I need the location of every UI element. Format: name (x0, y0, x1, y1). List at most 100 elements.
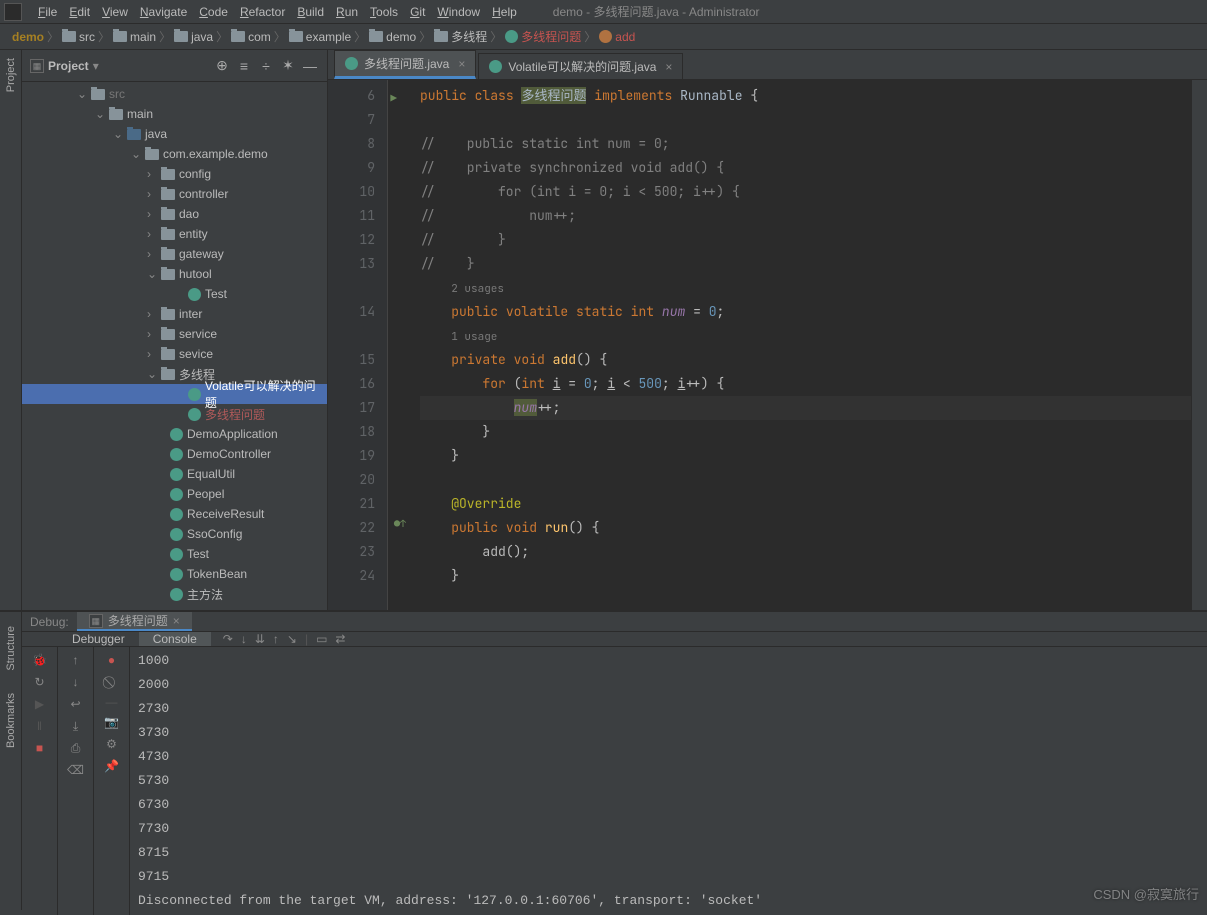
breadcrumb-add[interactable]: add (597, 30, 637, 44)
tree-item-SsoConfig[interactable]: SsoConfig (22, 524, 327, 544)
editor-body[interactable]: 6▶789101112131415161718192021222324 ●↑ p… (328, 80, 1207, 610)
usage-inlay[interactable]: 1 usage (451, 330, 497, 344)
clear-icon[interactable]: ⌫ (67, 761, 85, 779)
menu-tools[interactable]: Tools (364, 5, 404, 19)
menu-refactor[interactable]: Refactor (234, 5, 291, 19)
soft-wrap-icon[interactable]: ↩ (67, 695, 85, 713)
editor-tab-多线程问题.java[interactable]: 多线程问题.java× (334, 50, 476, 79)
code-line-9[interactable]: // private synchronized void add() { (420, 156, 1191, 180)
tree-item-config[interactable]: ›config (22, 164, 327, 184)
run-to-cursor-icon[interactable]: ↘ (287, 632, 297, 646)
chevron-icon[interactable]: › (147, 347, 157, 361)
chevron-icon[interactable]: ⌄ (113, 127, 123, 141)
code-line-23[interactable]: add(); (420, 540, 1191, 564)
chevron-icon[interactable]: ⌄ (147, 267, 157, 281)
tree-item-ReceiveResult[interactable]: ReceiveResult (22, 504, 327, 524)
chevron-icon[interactable]: › (147, 227, 157, 241)
tree-item-TokenBean[interactable]: TokenBean (22, 564, 327, 584)
menu-run[interactable]: Run (330, 5, 364, 19)
code-line-15[interactable]: private void add() { (420, 348, 1191, 372)
menu-git[interactable]: Git (404, 5, 431, 19)
breadcrumb-java[interactable]: java (172, 30, 215, 44)
chevron-icon[interactable]: ⌄ (77, 87, 87, 101)
force-step-into-icon[interactable]: ⇊ (255, 632, 265, 646)
chevron-icon[interactable]: › (147, 167, 157, 181)
menu-view[interactable]: View (96, 5, 134, 19)
tree-item-DemoController[interactable]: DemoController (22, 444, 327, 464)
debug-run-config-tab[interactable]: ▦ 多线程问题 × (77, 612, 192, 631)
code-line-24[interactable]: } (420, 564, 1191, 588)
tree-item-主方法[interactable]: 主方法 (22, 584, 327, 604)
debugger-tab[interactable]: Debugger (58, 632, 139, 646)
scroll-up-icon[interactable]: ↑ (67, 651, 85, 669)
fold-column[interactable]: ●↑ (388, 80, 412, 610)
scroll-to-end-icon[interactable]: ⤓ (67, 717, 85, 735)
breadcrumb-多线程问题[interactable]: 多线程问题 (503, 28, 583, 45)
code-line-17[interactable]: num++; (420, 396, 1191, 420)
code-line-11[interactable]: // num++; (420, 204, 1191, 228)
stop-icon[interactable]: ■ (31, 739, 49, 757)
pin-icon[interactable]: 📌 (103, 757, 121, 775)
tree-item-Test[interactable]: Test (22, 544, 327, 564)
run-gutter-icon[interactable]: ▶ (390, 87, 397, 111)
breakpoint-icon[interactable]: ● (103, 651, 121, 669)
tree-item-Test[interactable]: Test (22, 284, 327, 304)
tree-item-entity[interactable]: ›entity (22, 224, 327, 244)
camera-icon[interactable]: 📷 (103, 713, 121, 731)
line-gutter[interactable]: 6▶789101112131415161718192021222324 (328, 80, 388, 610)
code-line-16[interactable]: for (int i = 0; i < 500; i++) { (420, 372, 1191, 396)
chevron-icon[interactable]: › (147, 207, 157, 221)
chevron-icon[interactable]: › (147, 327, 157, 341)
tree-item-controller[interactable]: ›controller (22, 184, 327, 204)
chevron-icon[interactable]: ⌄ (131, 147, 141, 161)
chevron-icon[interactable]: ⌄ (95, 107, 105, 121)
code-area[interactable]: public class 多线程问题 implements Runnable {… (412, 80, 1191, 610)
chevron-icon[interactable]: › (147, 307, 157, 321)
editor-scrollbar[interactable] (1191, 80, 1207, 610)
tree-item-src[interactable]: ⌄src (22, 84, 327, 104)
usage-inlay[interactable]: 2 usages (451, 282, 504, 296)
tree-item-java[interactable]: ⌄java (22, 124, 327, 144)
code-line-18[interactable]: } (420, 420, 1191, 444)
editor-tab-Volatile可以解决的问题.java[interactable]: Volatile可以解决的问题.java× (478, 53, 683, 79)
breadcrumb-example[interactable]: example (287, 30, 353, 44)
step-out-icon[interactable]: ↑ (273, 632, 279, 646)
console-output[interactable]: 1000200027303730473057306730773087159715… (130, 647, 1207, 915)
code-line-0[interactable]: 1 usage (420, 324, 1191, 348)
step-over-icon[interactable]: ↷ (223, 632, 233, 646)
tree-item-DemoApplication[interactable]: DemoApplication (22, 424, 327, 444)
menu-build[interactable]: Build (291, 5, 330, 19)
resume-icon[interactable]: ▶ (31, 695, 49, 713)
tree-item-Volatile可以解决的问题[interactable]: Volatile可以解决的问题 (22, 384, 327, 404)
breadcrumb-多线程[interactable]: 多线程 (432, 28, 489, 45)
tree-item-hutool[interactable]: ⌄hutool (22, 264, 327, 284)
project-tree[interactable]: ⌄src⌄main⌄java⌄com.example.demo›config›c… (22, 82, 327, 610)
pause-icon[interactable]: ‖ (31, 717, 49, 735)
close-icon[interactable]: × (173, 614, 180, 628)
settings-icon[interactable]: ✶ (279, 57, 297, 75)
select-opened-file-icon[interactable]: ⊕ (213, 57, 231, 75)
breadcrumb-demo[interactable]: demo (367, 30, 418, 44)
tree-item-service[interactable]: ›service (22, 324, 327, 344)
tree-item-sevice[interactable]: ›sevice (22, 344, 327, 364)
scroll-down-icon[interactable]: ↓ (67, 673, 85, 691)
settings-icon[interactable]: ⚙ (103, 735, 121, 753)
debug-bug-icon[interactable]: 🐞 (31, 651, 49, 669)
implements-icon[interactable]: ●↑ (394, 517, 406, 530)
collapse-all-icon[interactable]: ÷ (257, 57, 275, 75)
print-icon[interactable]: ⎙ (67, 739, 85, 757)
code-line-14[interactable]: public volatile static int num = 0; (420, 300, 1191, 324)
tree-item-Peopel[interactable]: Peopel (22, 484, 327, 504)
code-line-7[interactable] (420, 108, 1191, 132)
chevron-icon[interactable]: ⌄ (147, 367, 157, 381)
code-line-22[interactable]: public void run() { (420, 516, 1191, 540)
code-line-21[interactable]: @Override (420, 492, 1191, 516)
close-icon[interactable]: × (665, 60, 672, 74)
chevron-icon[interactable]: › (147, 247, 157, 261)
code-line-20[interactable] (420, 468, 1191, 492)
tree-item-inter[interactable]: ›inter (22, 304, 327, 324)
code-line-12[interactable]: // } (420, 228, 1191, 252)
menu-file[interactable]: File (32, 5, 63, 19)
code-line-0[interactable]: 2 usages (420, 276, 1191, 300)
mute-breakpoints-icon[interactable]: ⃠ (103, 673, 121, 691)
